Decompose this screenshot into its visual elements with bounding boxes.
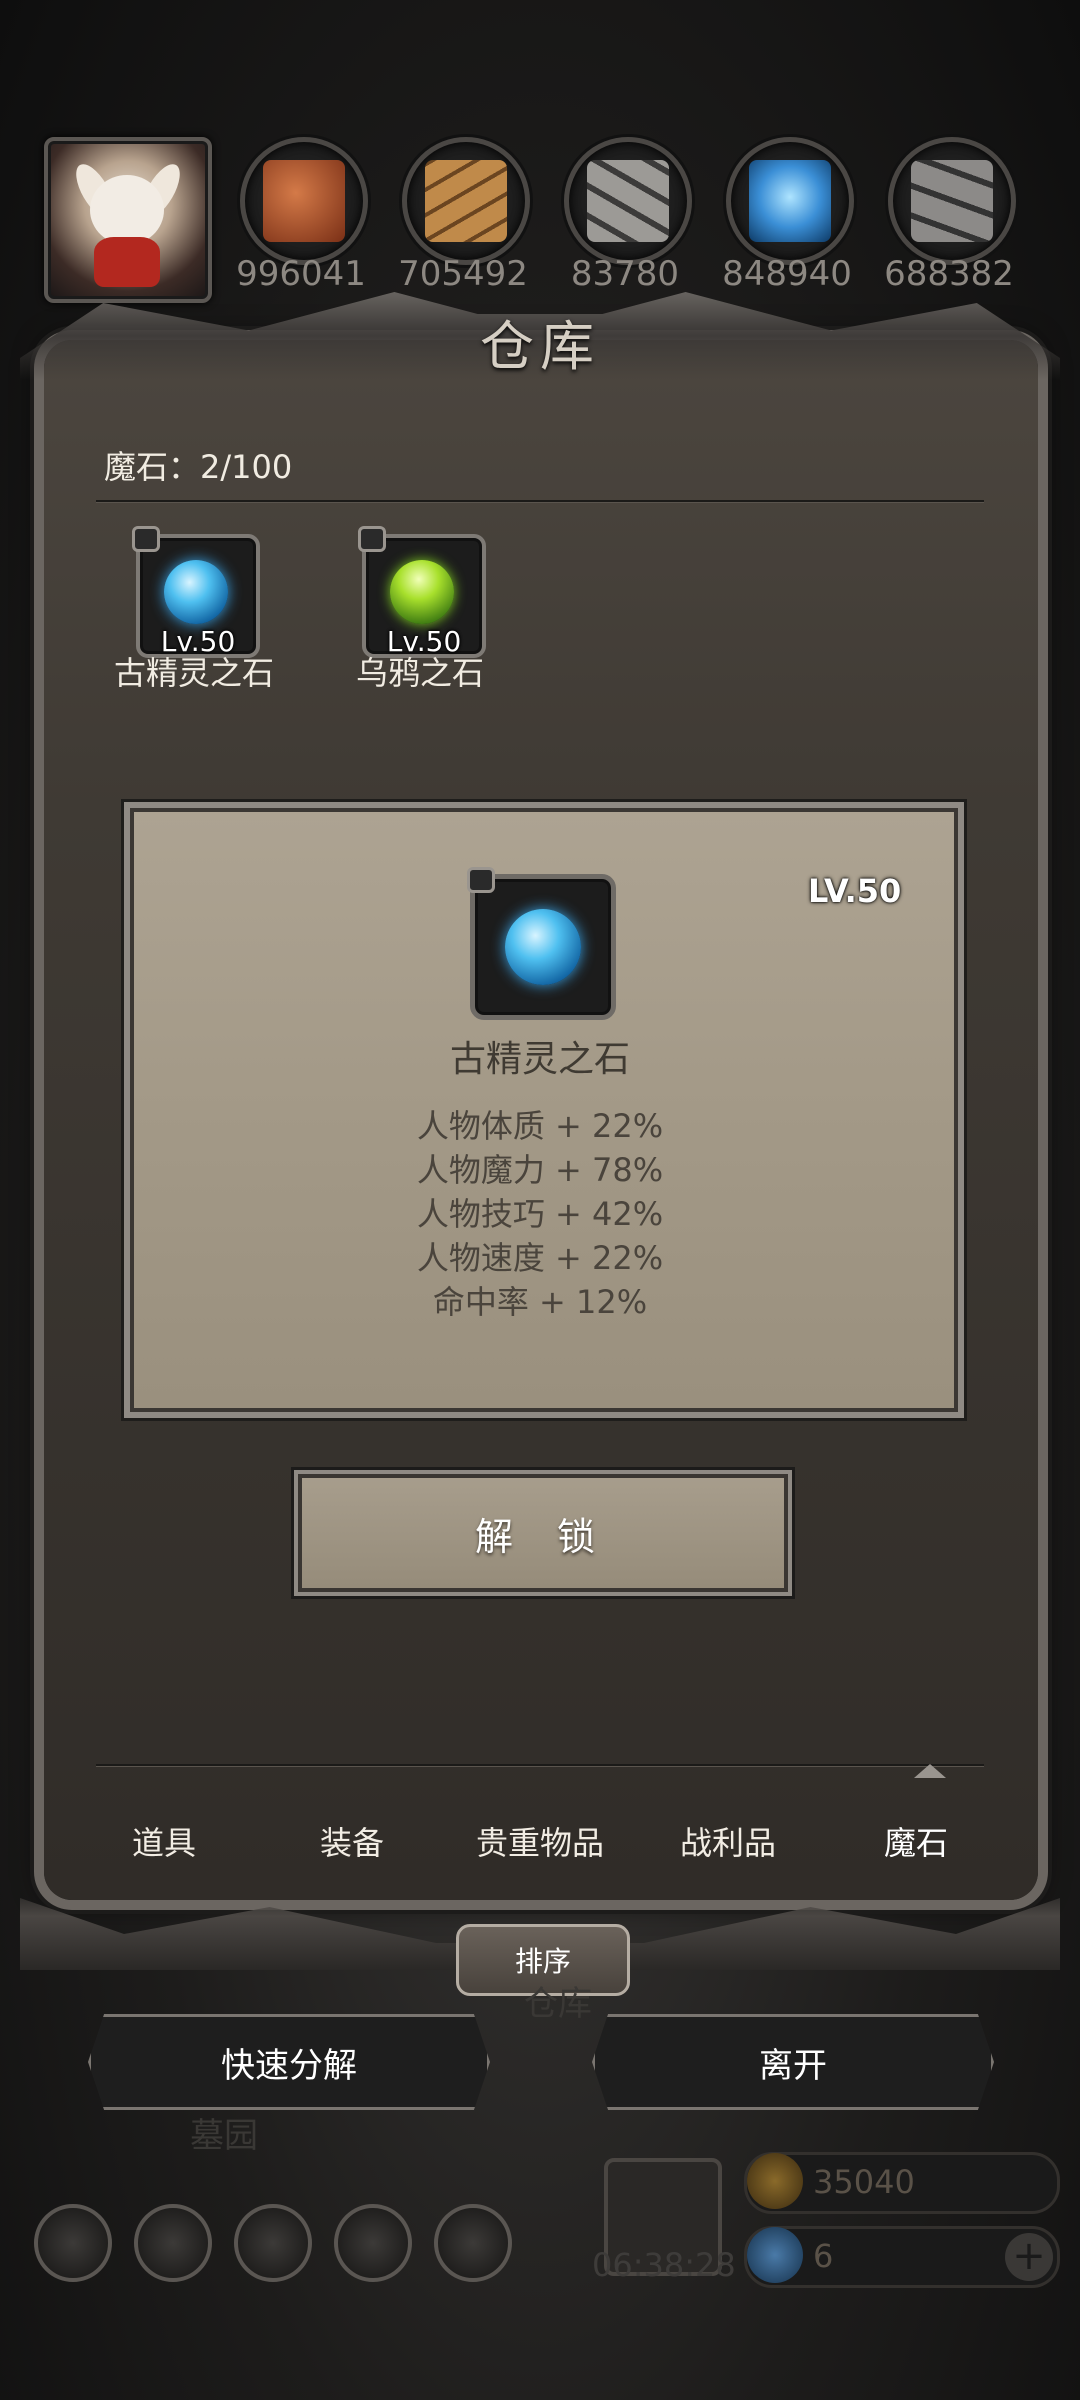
unlock-button[interactable]: 解 锁 <box>298 1474 788 1592</box>
star-icon[interactable] <box>134 2204 212 2282</box>
detail-stone-icon <box>467 867 616 1020</box>
tab-valuables[interactable]: 贵重物品 <box>446 1768 634 1914</box>
lock-icon <box>132 526 160 552</box>
blue-gem-icon <box>164 560 228 624</box>
gold-value: 35040 <box>813 2163 915 2201</box>
blue-gem-icon <box>505 909 581 985</box>
gold-bar: 35040 <box>744 2152 1060 2214</box>
resource-meat-count: 996041 <box>236 254 366 294</box>
bunny-face <box>90 175 164 245</box>
stone-blocks-icon[interactable] <box>564 137 692 265</box>
warehouse-tabs: 道具 装备 贵重物品 战利品 魔石 <box>70 1768 1010 1914</box>
stat-line: 人物魔力 + 78% <box>416 1151 664 1189</box>
stat-line: 人物体质 + 22% <box>416 1107 664 1145</box>
bg-warehouse-label: 仓库 <box>524 1984 592 2024</box>
detail-stone-name: 古精灵之石 <box>449 1039 630 1080</box>
green-gem-icon <box>390 560 454 624</box>
tab-items[interactable]: 道具 <box>70 1768 258 1914</box>
lock-icon <box>467 867 495 893</box>
stone-slot[interactable]: Lv.50 <box>132 526 260 658</box>
gold-coin-icon <box>747 2153 803 2209</box>
stone-name: 乌鸦之石 <box>355 654 484 692</box>
wood-planks-icon[interactable] <box>402 137 530 265</box>
mail-icon[interactable] <box>334 2204 412 2282</box>
gem-currency-icon <box>747 2227 803 2283</box>
divider <box>96 1764 984 1766</box>
add-gem-button[interactable]: + <box>1005 2233 1053 2281</box>
leave-button[interactable]: 离开 <box>592 2014 994 2110</box>
gift-timer: 06:38:28 <box>592 2246 736 2284</box>
lock-icon <box>358 526 386 552</box>
stat-line: 人物速度 + 22% <box>416 1239 664 1277</box>
resource-iron-count: 688382 <box>884 254 1014 294</box>
bunny-body <box>94 237 160 287</box>
divider <box>96 500 984 502</box>
stat-line: 命中率 + 12% <box>432 1283 648 1321</box>
crystal-icon[interactable] <box>726 137 854 265</box>
resource-wood-count: 705492 <box>398 254 528 294</box>
bg-cemetery-label: 墓园 <box>190 2116 258 2156</box>
stat-line: 人物技巧 + 42% <box>416 1195 664 1233</box>
detail-level: LV.50 <box>808 872 902 910</box>
chest-icon[interactable] <box>434 2204 512 2282</box>
panel-title: 仓库 <box>480 315 600 378</box>
gem-value: 6 <box>813 2237 834 2275</box>
iron-ingot-icon[interactable] <box>888 137 1016 265</box>
meat-icon[interactable] <box>240 137 368 265</box>
book-icon[interactable] <box>234 2204 312 2282</box>
tab-equipment[interactable]: 装备 <box>258 1768 446 1914</box>
gem-bar: 6 + <box>744 2226 1060 2288</box>
stone-name: 古精灵之石 <box>113 654 274 692</box>
settings-icon[interactable] <box>34 2204 112 2282</box>
tab-loot[interactable]: 战利品 <box>634 1768 822 1914</box>
player-avatar[interactable] <box>44 137 212 303</box>
resource-stone-count: 83780 <box>570 254 680 294</box>
tab-magic-stones[interactable]: 魔石 <box>822 1768 1010 1914</box>
quick-decompose-button[interactable]: 快速分解 <box>88 2014 490 2110</box>
detail-stats: 人物体质 + 22% 人物魔力 + 78% 人物技巧 + 42% 人物速度 + … <box>0 1104 1080 1324</box>
magic-stone-count: 魔石：2/100 <box>104 448 293 486</box>
resource-crystal-count: 848940 <box>722 254 852 294</box>
stone-slot[interactable]: Lv.50 <box>358 526 486 658</box>
